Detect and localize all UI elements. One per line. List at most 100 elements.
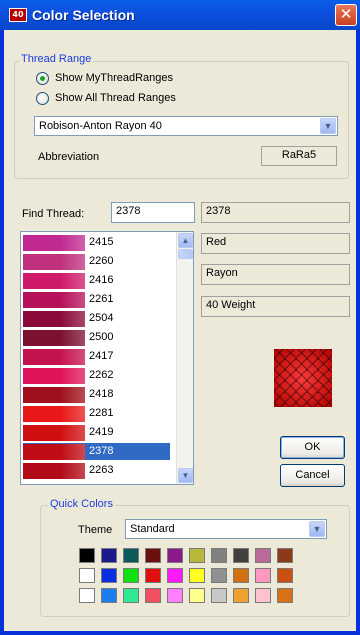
thread-color-swatch: [23, 387, 85, 403]
thread-list-scrollbar[interactable]: ▲ ▼: [176, 232, 193, 484]
thread-list[interactable]: 2415 2260 2416 2261 2504 2500 2417 2262 2418 2281…: [20, 231, 194, 485]
thread-weight: 40 Weight: [201, 296, 350, 317]
quick-color-swatch[interactable]: [277, 568, 293, 583]
show-my-thread-ranges-label[interactable]: Show MyThreadRanges: [55, 72, 173, 84]
thread-number-display: 2378: [201, 202, 350, 223]
thread-color-swatch: [23, 463, 85, 479]
thread-color-swatch: [23, 292, 85, 308]
quick-color-swatch[interactable]: [189, 568, 205, 583]
ok-button[interactable]: OK: [280, 436, 345, 459]
chevron-down-icon[interactable]: ▼: [178, 468, 193, 483]
quick-color-swatch[interactable]: [211, 588, 227, 603]
thread-code: 2500: [89, 331, 114, 343]
thread-code: 2281: [89, 407, 114, 419]
abbreviation-label: Abbreviation: [38, 151, 100, 163]
thread-list-item[interactable]: 2417: [23, 348, 170, 365]
quick-color-swatch[interactable]: [277, 588, 293, 603]
thread-color-swatch: [23, 444, 85, 460]
find-thread-label: Find Thread:: [22, 208, 85, 220]
thread-color-swatch: [23, 273, 85, 289]
theme-select[interactable]: Standard: [125, 519, 327, 539]
thread-code: 2419: [89, 426, 114, 438]
thread-list-item[interactable]: 2416: [23, 272, 170, 289]
quick-colors-legend: Quick Colors: [48, 498, 115, 510]
scrollbar-thumb[interactable]: [178, 249, 193, 259]
thread-code: 2504: [89, 312, 114, 324]
quick-color-swatch[interactable]: [211, 548, 227, 563]
find-thread-input[interactable]: 2378: [111, 202, 195, 223]
quick-color-swatch[interactable]: [145, 568, 161, 583]
quick-color-swatch[interactable]: [233, 588, 249, 603]
quick-color-swatch[interactable]: [145, 548, 161, 563]
quick-color-swatch[interactable]: [211, 568, 227, 583]
thread-list-item-selected[interactable]: 2378: [23, 443, 170, 460]
thread-range-legend: Thread Range: [19, 53, 94, 65]
thread-range-select-value: Robison-Anton Rayon 40: [39, 120, 162, 132]
thread-list-item[interactable]: 2281: [23, 405, 170, 422]
thread-list-item[interactable]: 2262: [23, 367, 170, 384]
thread-material: Rayon: [201, 264, 350, 285]
thread-color-swatch: [23, 368, 85, 384]
show-my-thread-ranges-radio[interactable]: [36, 72, 49, 85]
thread-list-item[interactable]: 2260: [23, 253, 170, 270]
thread-list-item[interactable]: 2418: [23, 386, 170, 403]
quick-color-swatch[interactable]: [189, 588, 205, 603]
quick-color-swatch[interactable]: [145, 588, 161, 603]
theme-label: Theme: [78, 524, 113, 536]
thread-list-item[interactable]: 2504: [23, 310, 170, 327]
quick-color-swatch[interactable]: [255, 588, 271, 603]
thread-code: 2416: [89, 274, 114, 286]
thread-code: 2378: [89, 445, 114, 457]
quick-color-swatch[interactable]: [189, 548, 205, 563]
quick-color-swatch[interactable]: [255, 548, 271, 563]
quick-color-swatch[interactable]: [123, 548, 139, 563]
cancel-button[interactable]: Cancel: [280, 464, 345, 487]
thread-list-item[interactable]: 2500: [23, 329, 170, 346]
thread-color-name: Red: [201, 233, 350, 254]
quick-color-swatch[interactable]: [79, 588, 95, 603]
thread-color-swatch: [23, 330, 85, 346]
quick-color-swatch[interactable]: [255, 568, 271, 583]
quick-color-swatch[interactable]: [167, 548, 183, 563]
chevron-down-icon[interactable]: ▼: [320, 118, 336, 134]
quick-color-swatch[interactable]: [167, 568, 183, 583]
thread-code: 2415: [89, 236, 114, 248]
quick-color-swatch[interactable]: [123, 588, 139, 603]
show-all-thread-ranges-label[interactable]: Show All Thread Ranges: [55, 92, 176, 104]
thread-preview-image: [274, 349, 332, 407]
chevron-down-icon[interactable]: ▼: [309, 521, 325, 537]
quick-color-swatch[interactable]: [79, 548, 95, 563]
window-title: Color Selection: [32, 7, 135, 23]
thread-color-swatch: [23, 349, 85, 365]
theme-select-value: Standard: [130, 523, 175, 535]
quick-color-swatch[interactable]: [101, 568, 117, 583]
thread-list-item[interactable]: 2415: [23, 234, 170, 251]
app-icon: 40: [9, 8, 27, 22]
quick-color-swatch[interactable]: [101, 548, 117, 563]
thread-color-swatch: [23, 311, 85, 327]
thread-list-item[interactable]: 2263: [23, 462, 170, 479]
thread-color-swatch: [23, 406, 85, 422]
close-button[interactable]: ✕: [335, 4, 357, 26]
quick-color-swatch[interactable]: [233, 568, 249, 583]
quick-color-swatch[interactable]: [123, 568, 139, 583]
thread-color-swatch: [23, 425, 85, 441]
quick-color-grid: [79, 548, 299, 608]
quick-color-swatch[interactable]: [79, 568, 95, 583]
quick-color-swatch[interactable]: [233, 548, 249, 563]
chevron-up-icon[interactable]: ▲: [178, 233, 193, 248]
thread-code: 2417: [89, 350, 114, 362]
thread-code: 2262: [89, 369, 114, 381]
thread-code: 2418: [89, 388, 114, 400]
show-all-thread-ranges-radio[interactable]: [36, 92, 49, 105]
quick-color-swatch[interactable]: [277, 548, 293, 563]
quick-color-swatch[interactable]: [101, 588, 117, 603]
thread-color-swatch: [23, 235, 85, 251]
thread-code: 2263: [89, 464, 114, 476]
quick-color-swatch[interactable]: [167, 588, 183, 603]
thread-range-select[interactable]: Robison-Anton Rayon 40: [34, 116, 338, 136]
thread-color-swatch: [23, 254, 85, 270]
thread-code: 2260: [89, 255, 114, 267]
thread-list-item[interactable]: 2261: [23, 291, 170, 308]
thread-list-item[interactable]: 2419: [23, 424, 170, 441]
